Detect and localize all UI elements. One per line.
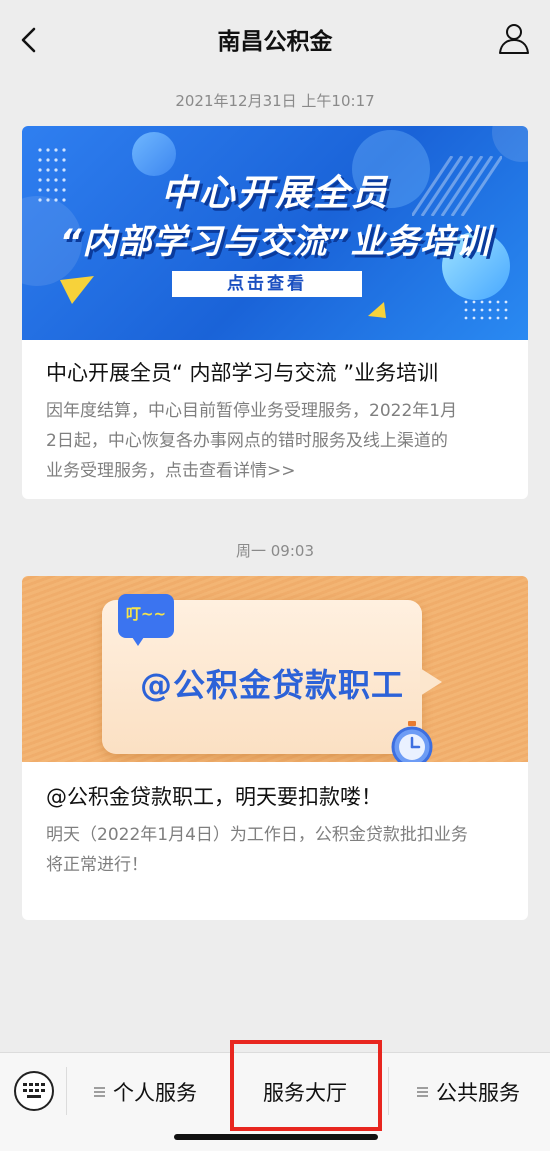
submenu-icon — [417, 1087, 428, 1097]
menu-public-services[interactable]: 公共服务 — [417, 1075, 520, 1111]
menu-personal-services[interactable]: 个人服务 — [94, 1075, 197, 1111]
dot-pattern-icon — [464, 300, 508, 320]
banner-headline: 中心开展全员 — [160, 173, 389, 214]
article-desc-line: 2日起，中心恢复各办事网点的错时服务及线上渠道的 — [46, 431, 448, 451]
article-desc-line: 将正常进行！ — [46, 855, 148, 875]
banner-view-button[interactable]: 点击查看 — [172, 271, 362, 297]
keyboard-toggle-button[interactable] — [14, 1071, 54, 1111]
banner-subheadline: “内部学习与交流”业务培训 — [59, 222, 491, 262]
submenu-icon — [94, 1087, 105, 1097]
article-desc-line: 业务受理服务，点击查看详情>> — [46, 461, 296, 481]
article-desc-line: 因年度结算，中心目前暂停业务受理服务，2022年1月 — [46, 401, 458, 421]
menu-item-label: 公共服务 — [436, 1081, 520, 1105]
triangle-decoration-icon — [368, 302, 386, 318]
article-banner[interactable]: 中心开展全员 “内部学习与交流”业务培训 点击查看 — [22, 126, 528, 340]
article-title[interactable]: @公积金贷款职工，明天要扣款喽！ — [22, 782, 528, 812]
article-banner[interactable]: 叮~~ @公积金贷款职工 — [22, 576, 528, 762]
home-indicator[interactable] — [174, 1134, 378, 1140]
triangle-decoration-icon — [60, 276, 94, 304]
article-title[interactable]: 中心开展全员“ 内部学习与交流 ”业务培训 — [22, 358, 528, 388]
page-title: 南昌公积金 — [217, 29, 333, 55]
article-card[interactable]: 中心开展全员 “内部学习与交流”业务培训 点击查看 中心开展全员“ 内部学习与交… — [22, 126, 528, 499]
menu-item-label: 个人服务 — [113, 1081, 197, 1105]
message-timestamp: 周一 09:03 — [236, 542, 314, 560]
article-desc-line: 明天（2022年1月4日）为工作日，公积金贷款批扣业务 — [46, 825, 468, 845]
user-icon — [499, 24, 529, 54]
speech-bubble: 叮~~ — [118, 594, 174, 638]
top-bar: 南昌公积金 — [0, 0, 550, 80]
keyboard-icon — [23, 1083, 45, 1098]
article-card[interactable]: 叮~~ @公积金贷款职工 @公积金贷款职工，明天要扣款喽！ 明天（2022年1月… — [22, 576, 528, 920]
user-profile-button[interactable] — [496, 20, 532, 56]
alarm-clock-icon — [391, 721, 433, 762]
message-timestamp: 2021年12月31日 上午10:17 — [175, 92, 375, 110]
highlight-annotation-box — [230, 1040, 382, 1131]
banner-headline: @公积金贷款职工 — [139, 666, 404, 704]
